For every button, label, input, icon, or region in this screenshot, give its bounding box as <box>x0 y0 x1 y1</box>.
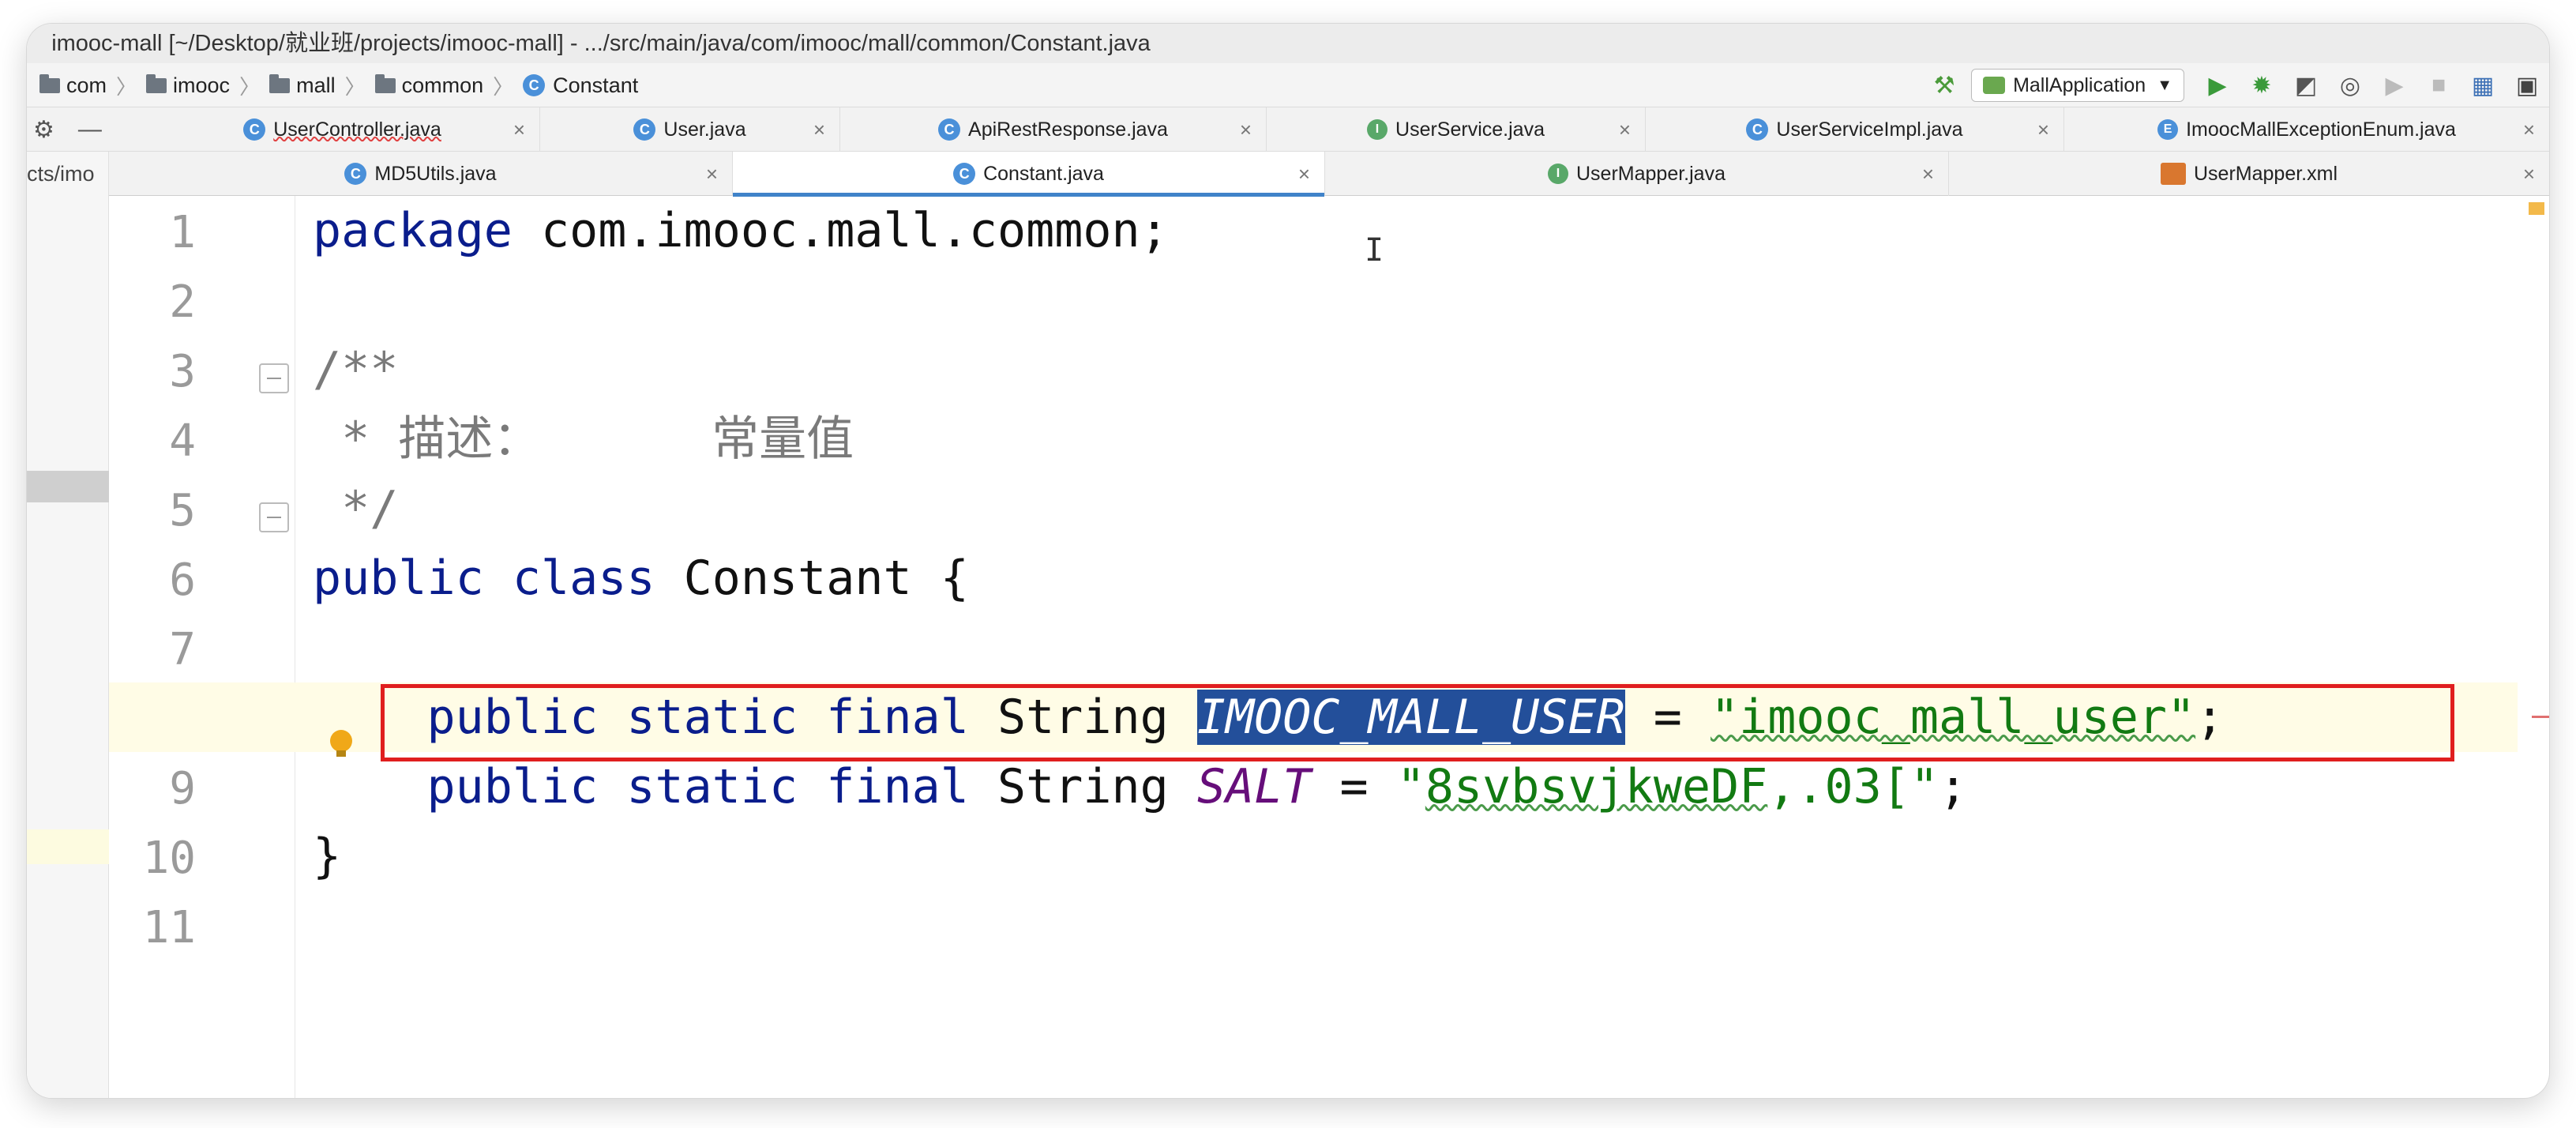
presentation-icon[interactable]: ▣ <box>2505 63 2549 107</box>
folder-icon <box>39 73 60 93</box>
line-number: 3 <box>169 346 196 397</box>
class-icon: C <box>953 163 976 185</box>
enum-icon: E <box>2157 119 2179 140</box>
class-icon: C <box>344 163 367 185</box>
fold-icon[interactable] <box>259 502 289 532</box>
close-icon[interactable]: × <box>1240 118 1252 142</box>
close-icon[interactable]: × <box>2037 118 2049 142</box>
breadcrumb-item-imooc[interactable]: imooc <box>146 73 230 98</box>
close-icon[interactable]: × <box>1619 118 1631 142</box>
coverage-icon[interactable]: ◩ <box>2284 63 2328 107</box>
tab-usermapper-xml[interactable]: UserMapper.xml × <box>1949 152 2549 196</box>
line-number: 1 <box>169 207 196 258</box>
tab-constant[interactable]: C Constant.java × <box>733 152 1325 197</box>
project-panel-label: cts/imo <box>27 162 95 186</box>
line-number: 9 <box>169 763 196 814</box>
line-number: 5 <box>169 485 196 536</box>
class-icon: C <box>1746 118 1769 141</box>
tab-userservice[interactable]: I UserService.java × <box>1267 107 1646 152</box>
code-line-3: /** <box>313 342 399 397</box>
minimize-icon[interactable]: — <box>78 116 102 143</box>
resume-icon[interactable]: ▶ <box>2372 63 2416 107</box>
lightbulb-icon[interactable] <box>330 730 352 757</box>
stop-icon[interactable]: ■ <box>2416 63 2461 107</box>
project-structure-icon[interactable]: ▦ <box>2461 63 2505 107</box>
line-number: 2 <box>169 276 196 328</box>
line-number: 4 <box>169 415 196 467</box>
editor-tabs-row-1: ⚙ — C UserController.java × C User.java … <box>27 107 2549 152</box>
interface-icon: I <box>1367 119 1388 140</box>
interface-icon: I <box>1548 164 1568 184</box>
project-panel[interactable]: cts/imo <box>27 152 109 1098</box>
folder-icon <box>374 73 396 93</box>
breadcrumb-item-mall[interactable]: mall <box>269 73 336 98</box>
debug-icon[interactable]: ✹ <box>2240 63 2284 107</box>
code-line-10: } <box>313 829 342 884</box>
tab-controls: ⚙ — <box>27 107 145 152</box>
spring-boot-icon <box>1983 77 2006 94</box>
code-editor[interactable]: package com.imooc.mall.common; /** * 描述：… <box>109 196 2524 1098</box>
chevron-right-icon: 〉 <box>116 74 137 99</box>
breadcrumb-item-com[interactable]: com <box>39 73 107 98</box>
run-toolbar: ⚒ MallApplication ▼ ▶ ✹ ◩ ◎ ▶ ■ ▦ ▣ <box>1922 63 2549 107</box>
chevron-right-icon: 〉 <box>344 74 366 99</box>
tab-userserviceimpl[interactable]: C UserServiceImpl.java × <box>1646 107 2064 152</box>
class-icon: C <box>938 118 961 141</box>
scrollbar-error-marker[interactable] <box>2532 716 2549 718</box>
breadcrumb-item-constant[interactable]: C Constant <box>523 73 638 98</box>
annotation-highlight-box <box>381 684 2454 761</box>
tab-md5utils[interactable]: C MD5Utils.java × <box>109 152 733 196</box>
title-bar: imooc-mall [~/Desktop/就业班/projects/imooc… <box>27 24 2549 63</box>
line-number: 6 <box>169 555 196 606</box>
folder-icon <box>146 73 167 93</box>
tab-imoocmallexceptionenum[interactable]: E ImoocMallExceptionEnum.java × <box>2064 107 2549 152</box>
code-line-5: */ <box>313 481 399 536</box>
tab-usermapper-java[interactable]: I UserMapper.java × <box>1325 152 1949 196</box>
editor-tabs-row-2: C MD5Utils.java × C Constant.java × I Us… <box>27 152 2549 197</box>
run-icon[interactable]: ▶ <box>2195 63 2240 107</box>
window-title: imooc-mall [~/Desktop/就业班/projects/imooc… <box>51 31 1151 56</box>
code-line-4: * 描述： 常量值 <box>313 412 854 467</box>
line-number: 7 <box>169 624 196 675</box>
run-configuration-select[interactable]: MallApplication ▼ <box>1971 69 2184 102</box>
code-line-6: public class Constant { <box>313 551 969 606</box>
fold-icon[interactable] <box>259 363 289 393</box>
profile-icon[interactable]: ◎ <box>2328 63 2372 107</box>
class-icon: C <box>243 118 266 141</box>
close-icon[interactable]: × <box>706 162 718 186</box>
breadcrumb-item-common[interactable]: common <box>374 73 483 98</box>
caret-down-icon: ▼ <box>2157 76 2172 94</box>
tab-user[interactable]: C User.java × <box>540 107 840 152</box>
project-panel-selected-row[interactable] <box>27 471 109 502</box>
xml-file-icon <box>2161 163 2186 185</box>
code-line-9: public static final String SALT = "8svbs… <box>313 759 1968 814</box>
tab-usercontroller[interactable]: C UserController.java × <box>145 107 540 152</box>
chevron-right-icon: 〉 <box>239 74 261 99</box>
line-number: 11 <box>142 902 196 953</box>
gear-icon[interactable]: ⚙ <box>33 116 54 144</box>
close-icon[interactable]: × <box>1922 162 1934 186</box>
code-line-1: package com.imooc.mall.common; <box>313 203 1169 258</box>
class-icon: C <box>523 74 546 96</box>
build-hammer-icon[interactable]: ⚒ <box>1922 63 1966 107</box>
close-icon[interactable]: × <box>813 118 825 142</box>
class-icon: C <box>633 118 656 141</box>
close-icon[interactable]: × <box>513 118 525 142</box>
tab-apirestresponse[interactable]: C ApiRestResponse.java × <box>840 107 1267 152</box>
inspection-status-marker[interactable] <box>2529 202 2544 215</box>
folder-icon <box>269 73 291 93</box>
chevron-right-icon: 〉 <box>493 74 514 99</box>
ide-window: imooc-mall [~/Desktop/就业班/projects/imooc… <box>27 24 2549 1098</box>
editor-gutter[interactable]: 1 2 3 4 5 6 7 8 9 10 11 <box>109 196 295 1098</box>
close-icon[interactable]: × <box>1298 162 1310 186</box>
text-cursor-icon: I <box>1365 232 1384 269</box>
close-icon[interactable]: × <box>2523 118 2535 142</box>
breadcrumb: com 〉 imooc 〉 mall 〉 common 〉 C Constant <box>39 63 638 107</box>
navigation-bar: com 〉 imooc 〉 mall 〉 common 〉 C Constant <box>27 63 2549 107</box>
line-number: 10 <box>142 833 196 884</box>
close-icon[interactable]: × <box>2523 162 2535 186</box>
project-panel-highlight-row <box>27 829 109 864</box>
